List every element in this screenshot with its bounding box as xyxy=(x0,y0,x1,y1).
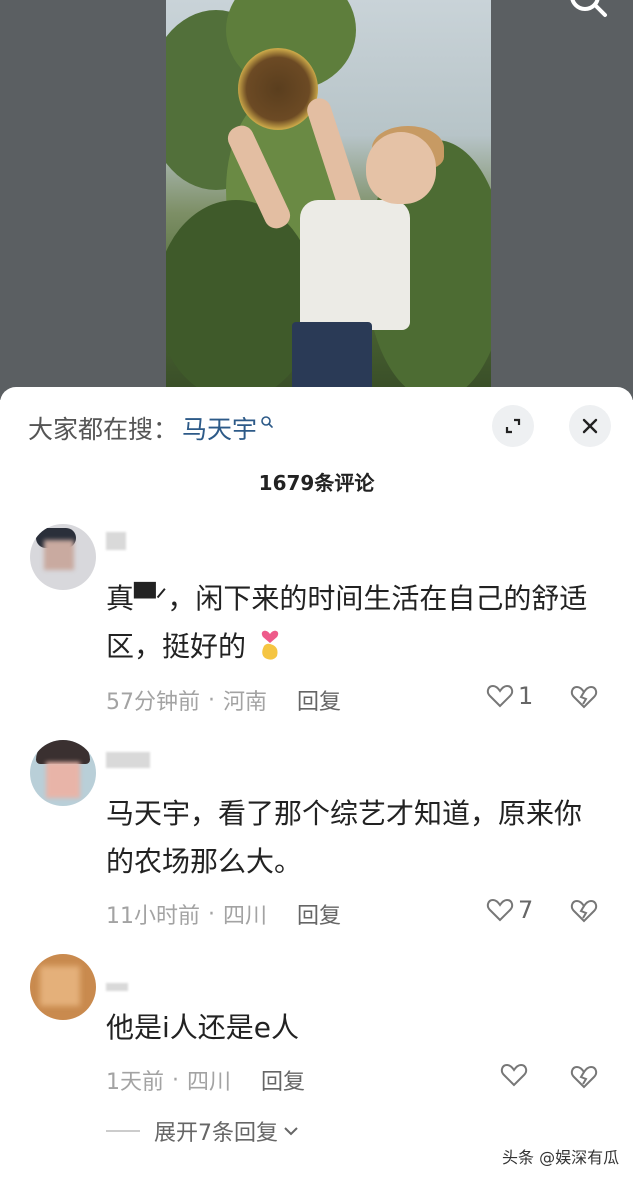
comment-location: 河南 xyxy=(223,690,268,715)
finger-heart-emoji xyxy=(261,630,279,660)
comment-location: 四川 xyxy=(187,1070,232,1095)
like-count: 1 xyxy=(518,682,534,710)
expand-replies-label: 展开7条回复 xyxy=(154,1121,278,1146)
video-player[interactable] xyxy=(0,0,633,400)
search-hint-label: 大家都在搜： xyxy=(28,415,179,444)
comment-location: 四川 xyxy=(223,904,268,929)
avatar[interactable] xyxy=(30,740,96,806)
reply-button[interactable]: 回复 xyxy=(297,898,341,930)
username-blur xyxy=(106,752,150,768)
avatar[interactable] xyxy=(30,954,96,1020)
comment-text: 他是i人还是e人 xyxy=(106,1011,300,1044)
comment-time: 11小时前 xyxy=(106,904,200,929)
comment-text: 马天宇，看了那个综艺才知道，原来你的农场那么大。 xyxy=(106,797,583,878)
close-icon xyxy=(582,418,598,434)
heart-icon xyxy=(500,1063,528,1087)
avatar-face xyxy=(46,762,80,798)
divider-line xyxy=(106,1130,140,1132)
like-button[interactable]: 7 xyxy=(486,896,533,924)
username[interactable] xyxy=(106,976,128,995)
search-icon[interactable] xyxy=(567,0,611,26)
comment-time: 57分钟前 xyxy=(106,690,200,715)
expand-button[interactable] xyxy=(492,405,534,447)
search-suggestion[interactable]: 大家都在搜： 马天宇 xyxy=(28,411,275,445)
avatar-face xyxy=(44,540,74,570)
person-pants xyxy=(292,322,372,392)
watermark: 头条 @娱深有瓜 xyxy=(502,1148,620,1167)
search-icon xyxy=(261,416,273,428)
meta-separator: · xyxy=(172,1067,179,1093)
reply-button[interactable]: 回复 xyxy=(261,1064,305,1096)
like-button[interactable] xyxy=(500,1062,528,1088)
meta-separator: · xyxy=(208,687,215,713)
comment-text-content: 真▀ᐟ，闲下来的时间生活在自己的舒适区，挺好的 xyxy=(106,582,588,663)
username-blur xyxy=(106,983,128,991)
heart-icon xyxy=(486,898,514,922)
comment-meta: 57分钟前 · 河南 回复 xyxy=(106,684,341,716)
sunflower xyxy=(238,48,318,130)
chevron-down-icon xyxy=(284,1127,298,1136)
broken-heart-icon[interactable] xyxy=(570,684,598,710)
person-shirt xyxy=(300,200,410,330)
like-button[interactable]: 1 xyxy=(486,682,533,710)
comment-text: 真▀ᐟ，闲下来的时间生活在自己的舒适区，挺好的 xyxy=(106,575,606,671)
reply-button[interactable]: 回复 xyxy=(297,684,341,716)
expand-replies-button[interactable]: 展开7条回复 xyxy=(106,1115,300,1147)
avatar-hair xyxy=(36,740,90,764)
heart-icon xyxy=(486,684,514,708)
broken-heart-icon[interactable] xyxy=(570,1064,598,1090)
username[interactable] xyxy=(106,532,126,554)
meta-separator: · xyxy=(208,901,215,927)
broken-heart-icon[interactable] xyxy=(570,898,598,924)
search-hint-term[interactable]: 马天宇 xyxy=(182,410,257,446)
comment-meta: 11小时前 · 四川 回复 xyxy=(106,898,341,930)
like-count: 7 xyxy=(518,896,534,924)
person-head xyxy=(366,132,436,204)
comment-time: 1天前 xyxy=(106,1070,164,1095)
close-button[interactable] xyxy=(569,405,611,447)
username-blur xyxy=(106,532,126,550)
username[interactable] xyxy=(106,752,150,772)
avatar-face xyxy=(40,966,80,1006)
comment-sheet: 大家都在搜： 马天宇 1679条评论 xyxy=(0,387,633,1177)
expand-icon xyxy=(505,418,521,434)
comment-meta: 1天前 · 四川 回复 xyxy=(106,1064,305,1096)
avatar[interactable] xyxy=(30,524,96,590)
comment-count: 1679条评论 xyxy=(258,471,375,495)
